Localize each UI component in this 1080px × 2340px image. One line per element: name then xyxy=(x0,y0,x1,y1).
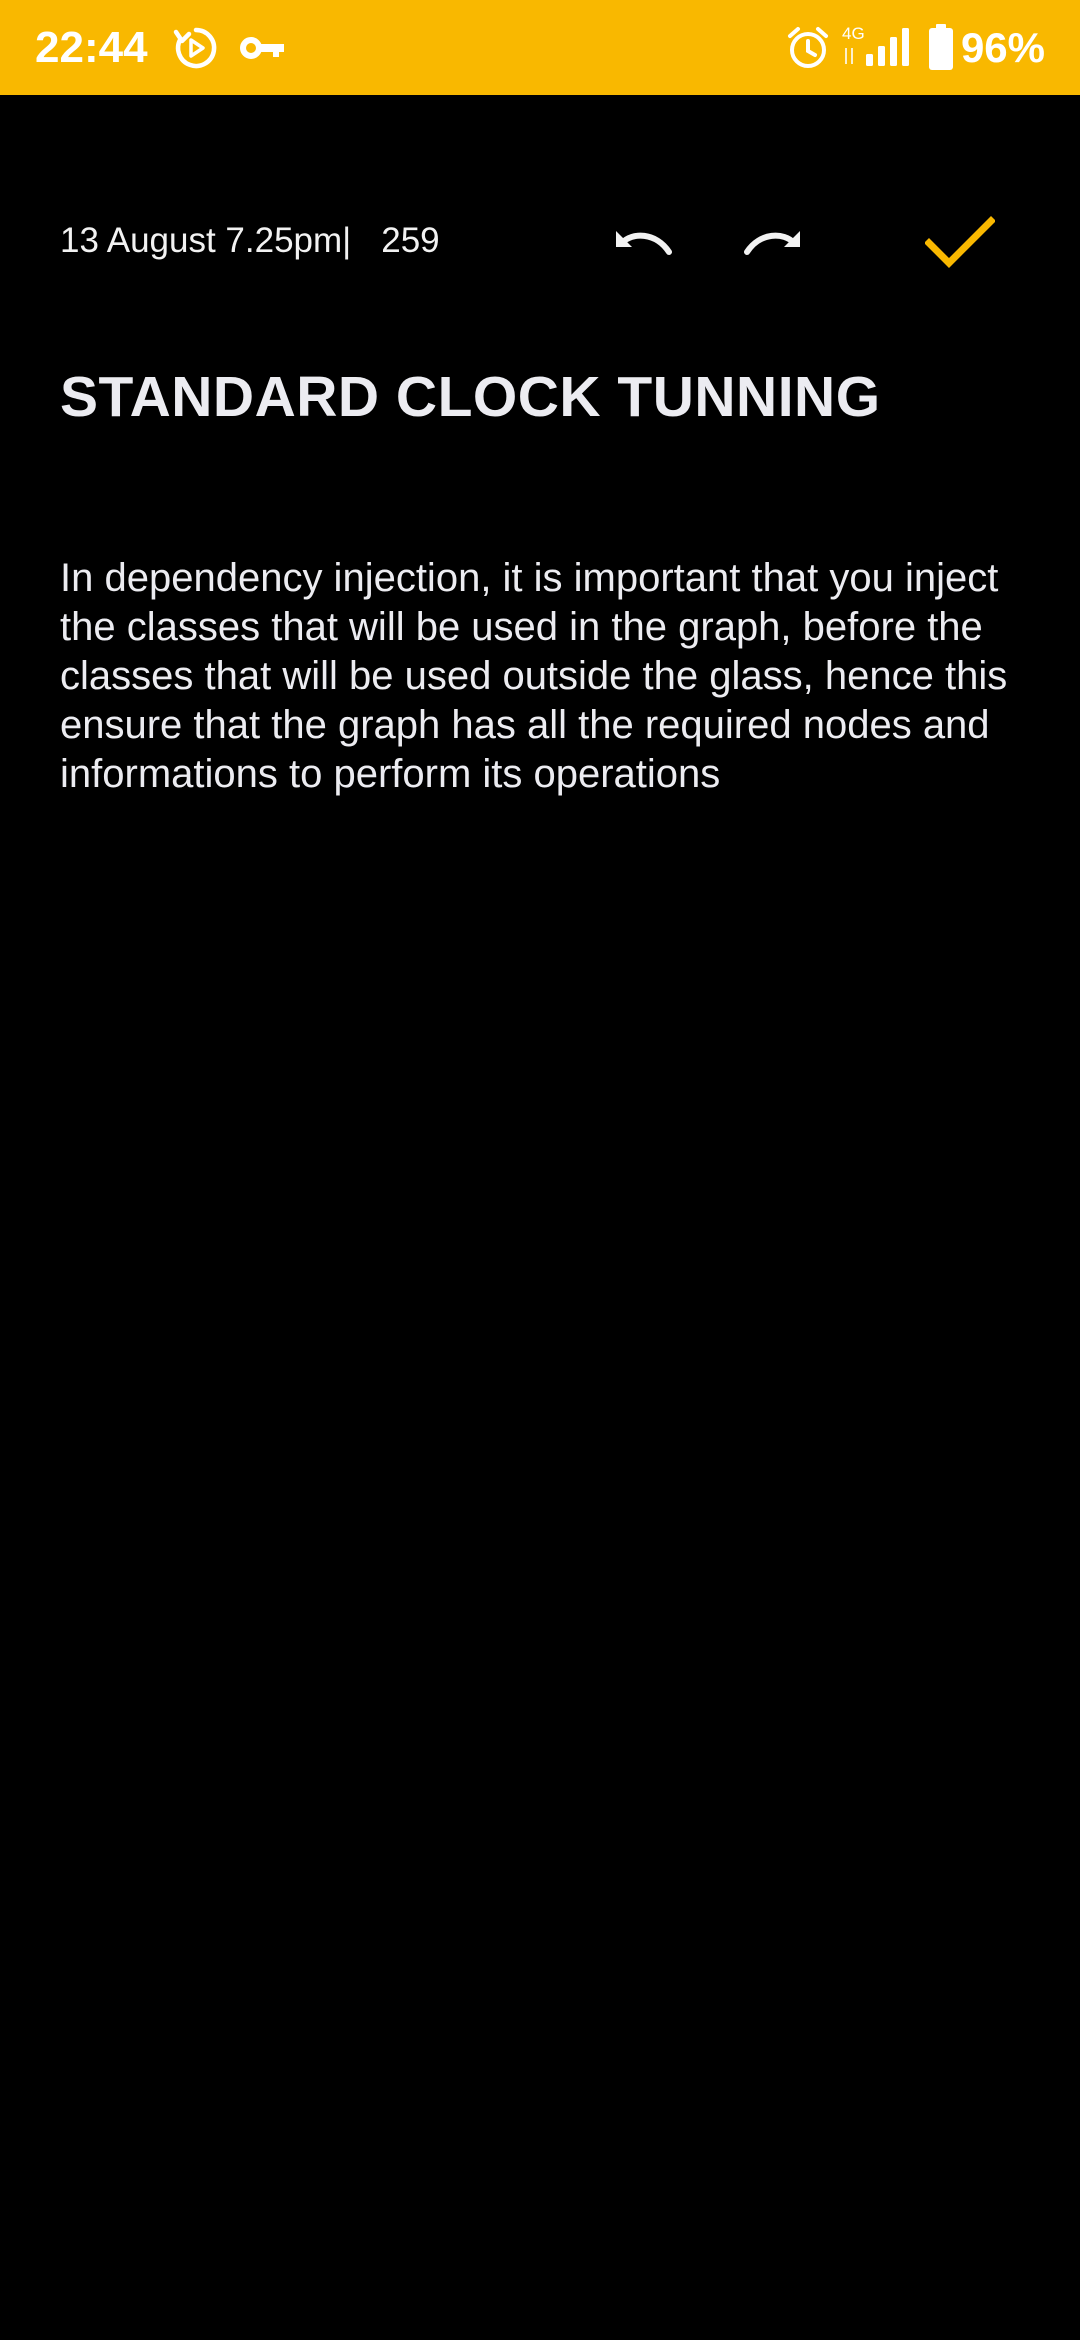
battery-icon xyxy=(929,24,953,70)
battery-percentage: 96% xyxy=(960,24,1045,71)
svg-text:4G: 4G xyxy=(842,24,865,43)
redo-button[interactable] xyxy=(728,200,818,285)
vpn-key-icon xyxy=(240,37,284,59)
cursor-separator: | xyxy=(342,221,352,260)
undo-icon xyxy=(616,230,672,255)
note-meta: 13 August 7.25pm| 259 xyxy=(60,220,440,262)
editor-toolbar: 13 August 7.25pm| 259 xyxy=(0,200,1080,285)
status-bar: 22:44 4G 96% xyxy=(0,0,1080,95)
note-title[interactable]: STANDARD CLOCK TUNNING xyxy=(60,362,881,432)
note-date: 13 August 7.25pm xyxy=(60,221,343,260)
replay-icon xyxy=(173,27,217,69)
status-time: 22:44 xyxy=(35,23,148,72)
check-icon xyxy=(925,215,995,268)
save-button[interactable] xyxy=(915,200,1005,285)
note-body[interactable]: In dependency injection, it is important… xyxy=(60,554,1020,799)
character-count: 259 xyxy=(381,221,440,260)
undo-button[interactable] xyxy=(598,200,688,285)
redo-icon xyxy=(744,230,800,255)
signal-icon: 4G xyxy=(842,24,909,66)
alarm-icon xyxy=(788,27,828,68)
